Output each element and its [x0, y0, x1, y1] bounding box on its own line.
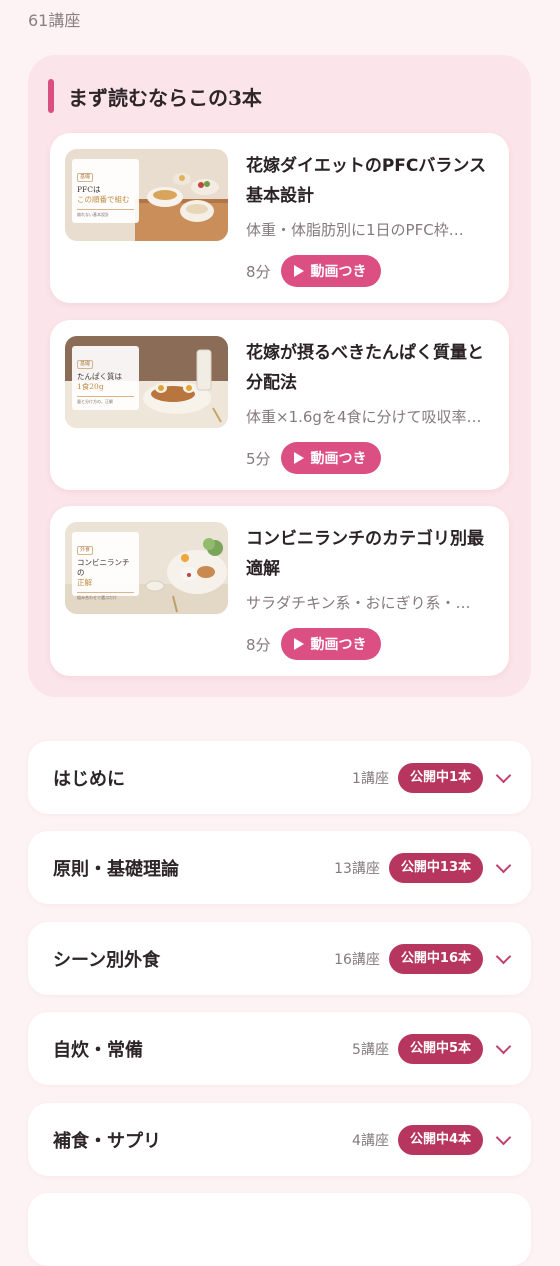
thumbnail-headline: PFCは この順番で組む — [77, 185, 134, 205]
published-badge: 公開中13本 — [388, 853, 483, 883]
featured-card[interactable]: 基礎 PFCは この順番で組む 崩れない基本設計 花嫁ダイエットのPFCバランス… — [50, 133, 509, 303]
section-meta: 5講座 公開中5本 — [352, 1033, 512, 1065]
video-badge-label: 動画つき — [310, 637, 367, 653]
chevron-down-icon[interactable] — [495, 1038, 512, 1055]
lesson-count: 61講座 — [28, 11, 81, 30]
featured-header: まず読むならこの3本 — [48, 79, 262, 113]
video-badge[interactable]: 動画つき — [280, 442, 381, 474]
featured-accent-bar — [48, 79, 54, 113]
section-meta: 4講座 公開中4本 — [352, 1124, 512, 1156]
duration-label: 8分 — [246, 262, 271, 281]
thumbnail-headline-accent: この順番で組む — [77, 195, 130, 204]
thumbnail-tag: 基礎 — [77, 360, 94, 369]
section-accordion-home-cooking[interactable]: 自炊・常備 5講座 公開中5本 — [28, 1012, 531, 1085]
section-name: シーン別外食 — [53, 950, 161, 971]
section-lesson-count: 5講座 — [352, 1042, 389, 1058]
thumbnail-tag: 外食 — [77, 546, 94, 555]
card-title[interactable]: コンビニランチのカテゴリ別最適解 — [246, 524, 498, 584]
section-meta: 13講座 公開中13本 — [334, 852, 512, 884]
thumbnail-caption: 基礎 たんぱく質は 1食20g 量と分け方の、正解 — [72, 346, 139, 410]
thumbnail-tag: 基礎 — [77, 173, 94, 182]
chevron-down-icon[interactable] — [495, 948, 512, 965]
card-description: 体重×1.6gを4食に分けて吸収率… — [246, 408, 482, 426]
published-badge: 公開中1本 — [397, 763, 483, 793]
video-badge[interactable]: 動画つき — [280, 255, 381, 287]
thumbnail-subtitle: 量と分け方の、正解 — [77, 396, 134, 405]
section-accordion-supplements[interactable]: 補食・サプリ 4講座 公開中4本 — [28, 1103, 531, 1176]
chevron-down-icon[interactable] — [495, 857, 512, 874]
thumbnail-headline: たんぱく質は 1食20g — [77, 372, 134, 392]
video-badge-label: 動画つき — [310, 264, 367, 280]
thumbnail-headline-line1: PFCは — [77, 185, 101, 194]
thumbnail-headline-line1: コンビニランチの — [77, 558, 130, 577]
section-accordion-intro[interactable]: はじめに 1講座 公開中1本 — [28, 741, 531, 814]
duration-label: 8分 — [246, 635, 271, 654]
section-name: 原則・基礎理論 — [53, 859, 179, 880]
play-icon — [293, 638, 304, 650]
play-icon — [293, 265, 304, 277]
duration-label: 5分 — [246, 449, 271, 468]
section-name: 補食・サプリ — [53, 1131, 161, 1152]
section-meta: 16講座 公開中16本 — [334, 943, 512, 975]
thumbnail-headline-accent: 正解 — [77, 578, 92, 587]
card-description: 体重・体脂肪別に1日のPFC枠… — [246, 221, 464, 239]
video-badge-label: 動画つき — [310, 451, 367, 467]
featured-panel: まず読むならこの3本 基礎 PFCは この順番で組む 崩れない基本設計 花嫁ダイ… — [28, 55, 531, 697]
card-footer: 8分 動画つき — [246, 255, 381, 287]
published-badge: 公開中4本 — [397, 1125, 483, 1155]
section-lesson-count: 4講座 — [352, 1133, 389, 1149]
thumbnail-caption: 外食 コンビニランチの 正解 組み合わせで選ぶだけ — [72, 532, 139, 600]
section-lesson-count: 13講座 — [334, 861, 380, 877]
section-accordion-dining-out[interactable]: シーン別外食 16講座 公開中16本 — [28, 922, 531, 995]
featured-card[interactable]: 外食 コンビニランチの 正解 組み合わせで選ぶだけ コンビニランチのカテゴリ別最… — [50, 506, 509, 676]
thumbnail-headline-line1: たんぱく質は — [77, 372, 122, 381]
section-lesson-count: 16講座 — [334, 952, 380, 968]
card-footer: 8分 動画つき — [246, 628, 381, 660]
card-title[interactable]: 花嫁ダイエットのPFCバランス基本設計 — [246, 151, 498, 211]
play-icon — [293, 452, 304, 464]
published-badge: 公開中16本 — [388, 944, 483, 974]
section-accordion-next[interactable] — [28, 1193, 531, 1266]
featured-title: まず読むならこの3本 — [68, 85, 262, 110]
chevron-down-icon[interactable] — [495, 767, 512, 784]
thumbnail-subtitle: 崩れない基本設計 — [77, 209, 134, 218]
lesson-thumbnail: 基礎 PFCは この順番で組む 崩れない基本設計 — [65, 149, 228, 241]
published-badge: 公開中5本 — [397, 1034, 483, 1064]
lesson-thumbnail: 外食 コンビニランチの 正解 組み合わせで選ぶだけ — [65, 522, 228, 614]
section-lesson-count: 1講座 — [352, 771, 389, 787]
video-badge[interactable]: 動画つき — [280, 628, 381, 660]
card-description: サラダチキン系・おにぎり系・… — [246, 594, 471, 612]
card-title[interactable]: 花嫁が摂るべきたんぱく質量と分配法 — [246, 338, 498, 398]
section-name: はじめに — [53, 769, 125, 790]
thumbnail-subtitle: 組み合わせで選ぶだけ — [77, 592, 134, 601]
card-footer: 5分 動画つき — [246, 442, 381, 474]
chevron-down-icon[interactable] — [495, 1129, 512, 1146]
section-name: 自炊・常備 — [53, 1040, 143, 1061]
thumbnail-headline: コンビニランチの 正解 — [77, 558, 134, 588]
thumbnail-headline-accent: 1食20g — [77, 382, 104, 391]
featured-card[interactable]: 基礎 たんぱく質は 1食20g 量と分け方の、正解 花嫁が摂るべきたんぱく質量と… — [50, 320, 509, 490]
thumbnail-caption: 基礎 PFCは この順番で組む 崩れない基本設計 — [72, 159, 139, 223]
section-accordion-principles[interactable]: 原則・基礎理論 13講座 公開中13本 — [28, 831, 531, 904]
section-meta: 1講座 公開中1本 — [352, 762, 512, 794]
lesson-thumbnail: 基礎 たんぱく質は 1食20g 量と分け方の、正解 — [65, 336, 228, 428]
